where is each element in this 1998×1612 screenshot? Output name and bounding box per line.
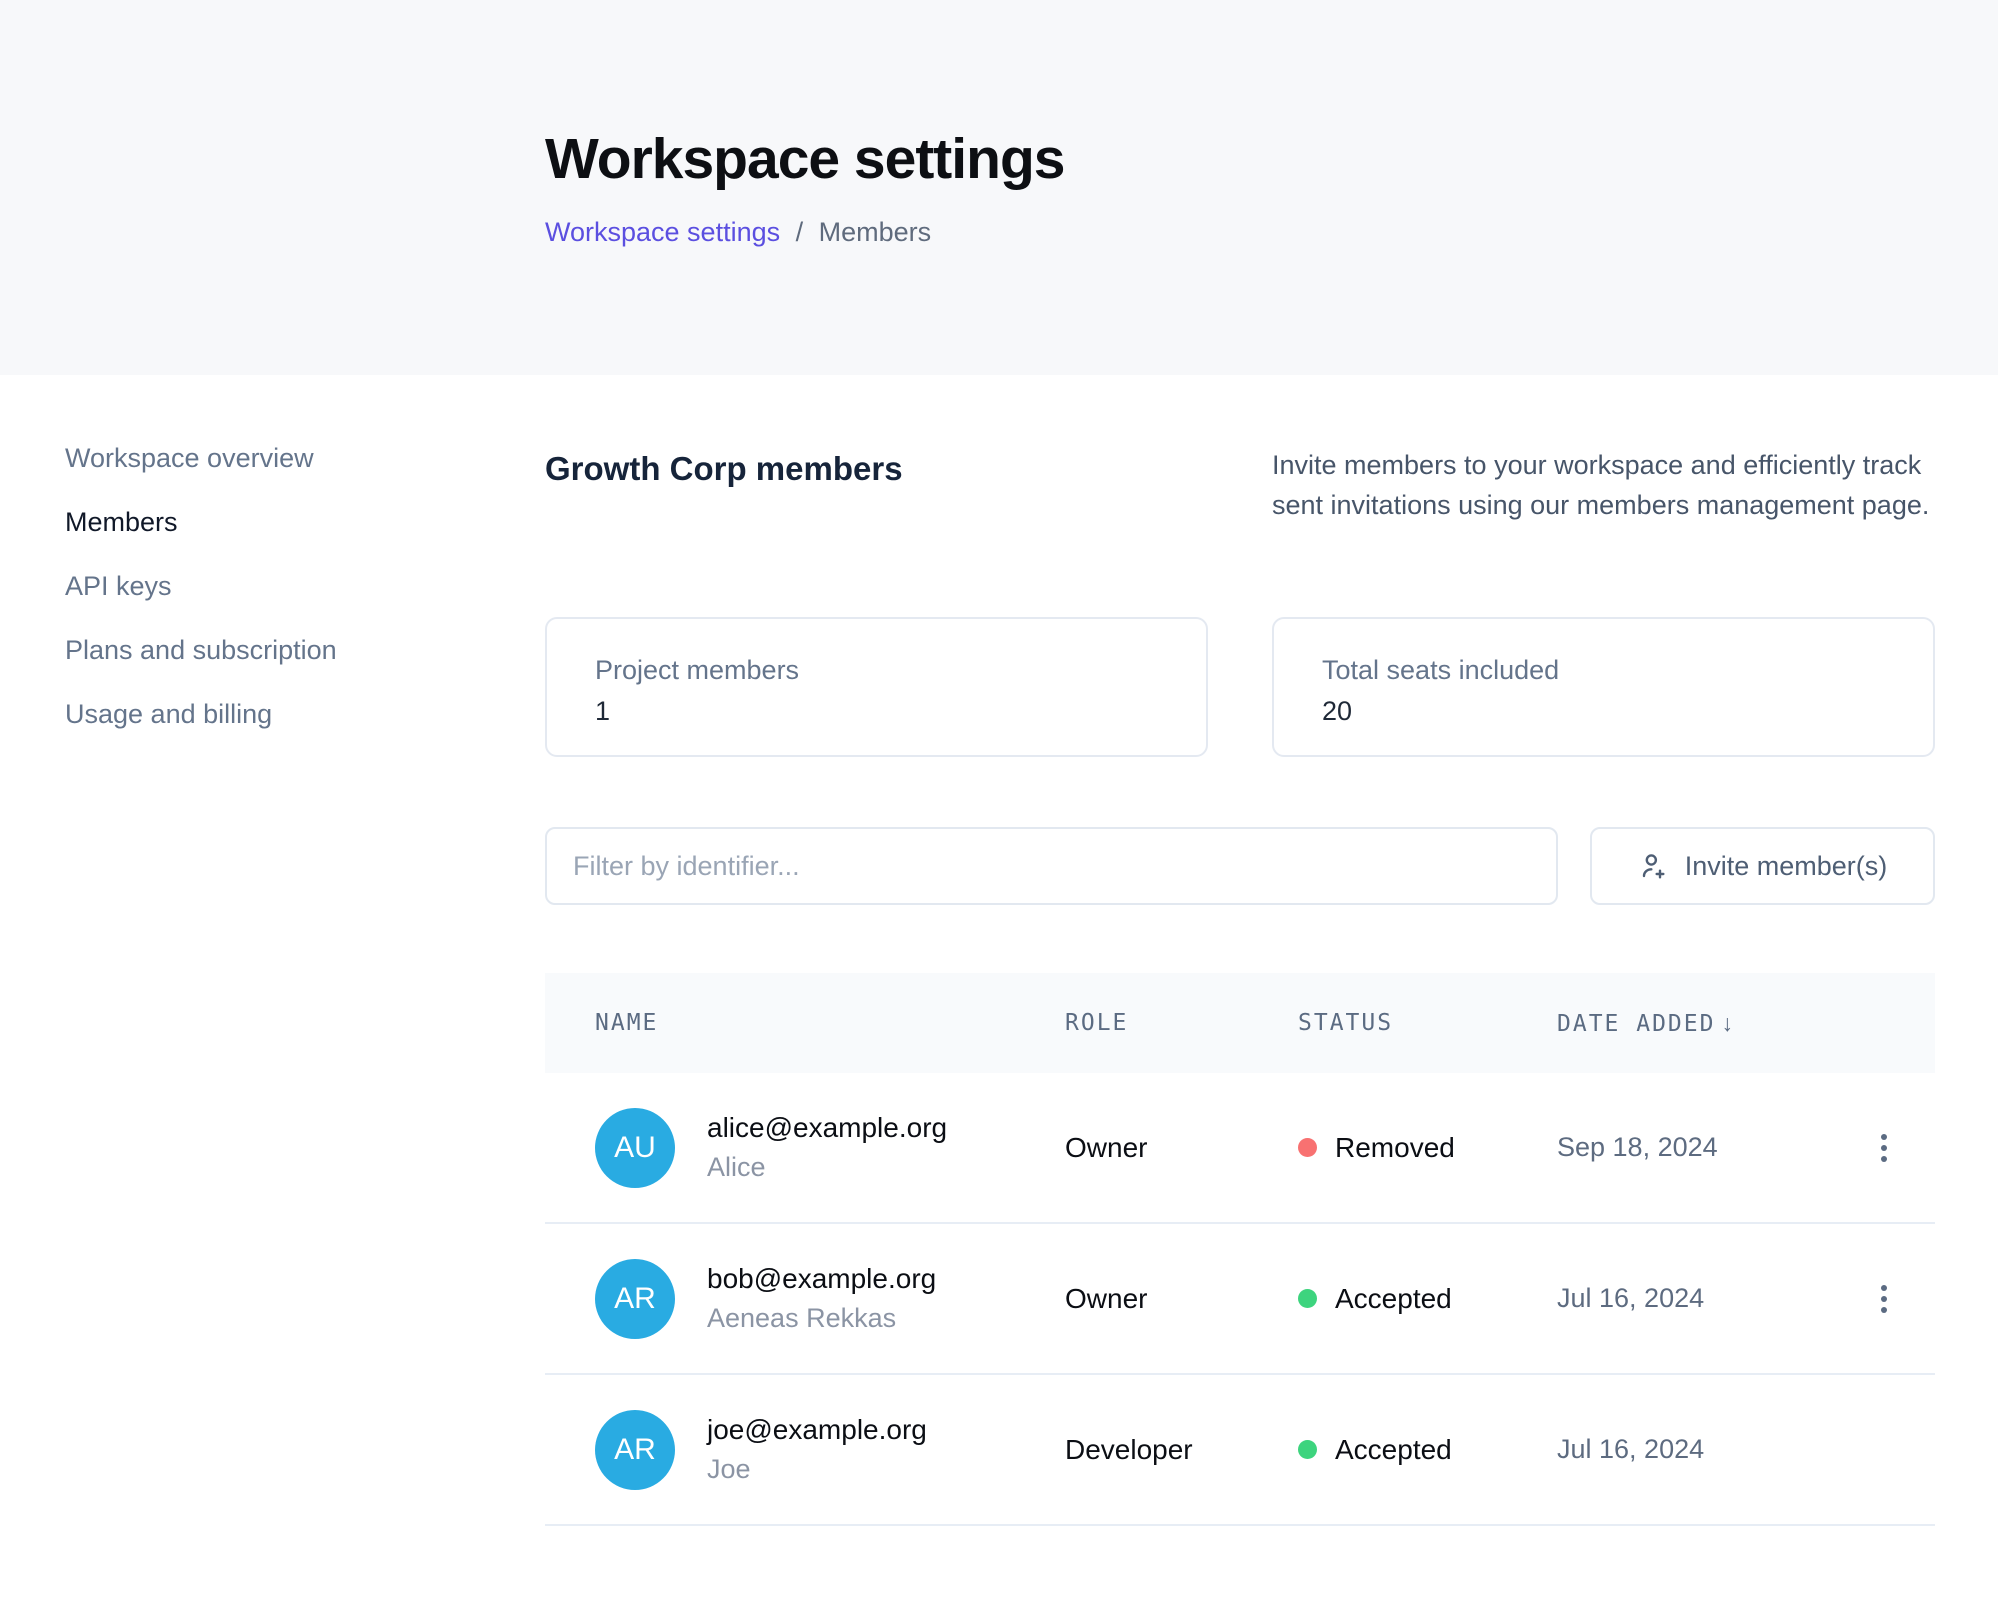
breadcrumb: Workspace settings / Members [545, 217, 1998, 248]
member-email: bob@example.org [707, 1263, 936, 1295]
members-main-panel: Growth Corp members Invite members to yo… [545, 445, 1935, 1526]
member-identity: joe@example.org Joe [707, 1414, 927, 1485]
member-role: Owner [1065, 1132, 1298, 1164]
invite-button-label: Invite member(s) [1685, 851, 1888, 882]
row-actions [1875, 1279, 1945, 1319]
breadcrumb-separator: / [796, 217, 804, 247]
member-role: Developer [1065, 1434, 1298, 1466]
stat-label: Total seats included [1322, 655, 1933, 686]
stat-label: Project members [595, 655, 1206, 686]
sort-descending-icon: ↓ [1721, 1010, 1735, 1036]
stat-value: 1 [595, 696, 1206, 727]
member-status: Accepted [1298, 1434, 1557, 1466]
status-label: Accepted [1335, 1434, 1452, 1466]
stat-value: 20 [1322, 696, 1933, 727]
sidebar-item-usage-and-billing[interactable]: Usage and billing [65, 701, 272, 728]
avatar: AR [595, 1410, 675, 1490]
members-section-header: Growth Corp members Invite members to yo… [545, 445, 1935, 525]
stat-card-project-members: Project members 1 [545, 617, 1208, 757]
section-title: Growth Corp members [545, 450, 903, 488]
stat-card-total-seats: Total seats included 20 [1272, 617, 1935, 757]
section-description: Invite members to your workspace and eff… [1272, 445, 1935, 525]
member-name: Aeneas Rekkas [707, 1303, 936, 1334]
member-identity: bob@example.org Aeneas Rekkas [707, 1263, 936, 1334]
column-header-name: NAME [595, 1010, 1065, 1036]
member-date-added: Jul 16, 2024 [1557, 1283, 1875, 1314]
kebab-menu-icon[interactable] [1875, 1128, 1893, 1168]
member-email: joe@example.org [707, 1414, 927, 1446]
sidebar-item-plans-and-subscription[interactable]: Plans and subscription [65, 637, 337, 664]
avatar: AR [595, 1259, 675, 1339]
settings-sidebar: Workspace overview Members API keys Plans a… [0, 445, 545, 1526]
row-actions [1875, 1128, 1945, 1168]
stats-row: Project members 1 Total seats included 2… [545, 617, 1935, 757]
member-name: Alice [707, 1152, 947, 1183]
member-role: Owner [1065, 1283, 1298, 1315]
filter-input[interactable] [545, 827, 1558, 905]
page-title: Workspace settings [545, 128, 1998, 191]
member-cell: AU alice@example.org Alice [595, 1108, 1065, 1188]
member-status: Removed [1298, 1132, 1557, 1164]
column-header-status: STATUS [1298, 1010, 1557, 1036]
breadcrumb-current-members: Members [819, 217, 932, 247]
member-date-added: Sep 18, 2024 [1557, 1132, 1875, 1163]
content-area: Workspace overview Members API keys Plans a… [0, 375, 1998, 1526]
breadcrumb-link-workspace-settings[interactable]: Workspace settings [545, 217, 780, 247]
members-table: NAME ROLE STATUS DATE ADDED↓ AU alice@ex… [545, 973, 1935, 1526]
invite-members-button[interactable]: Invite member(s) [1590, 827, 1935, 905]
avatar: AU [595, 1108, 675, 1188]
filter-toolbar: Invite member(s) [545, 827, 1935, 905]
member-email: alice@example.org [707, 1112, 947, 1144]
table-row: AR bob@example.org Aeneas Rekkas Owner A… [545, 1224, 1935, 1375]
member-date-added: Jul 16, 2024 [1557, 1434, 1875, 1465]
status-label: Accepted [1335, 1283, 1452, 1315]
table-row: AU alice@example.org Alice Owner Removed… [545, 1073, 1935, 1224]
table-row: AR joe@example.org Joe Developer Accepte… [545, 1375, 1935, 1526]
sidebar-item-members[interactable]: Members [65, 509, 178, 536]
member-name: Joe [707, 1454, 927, 1485]
sidebar-item-api-keys[interactable]: API keys [65, 573, 172, 600]
kebab-menu-icon[interactable] [1875, 1279, 1893, 1319]
table-header-row: NAME ROLE STATUS DATE ADDED↓ [545, 973, 1935, 1073]
member-cell: AR bob@example.org Aeneas Rekkas [595, 1259, 1065, 1339]
column-header-date-added[interactable]: DATE ADDED↓ [1557, 1010, 1875, 1037]
sidebar-item-workspace-overview[interactable]: Workspace overview [65, 445, 314, 472]
status-dot-icon [1298, 1440, 1317, 1459]
workspace-settings-page: Workspace settings Workspace settings / … [0, 0, 1998, 1612]
status-dot-icon [1298, 1289, 1317, 1308]
status-dot-icon [1298, 1138, 1317, 1157]
column-header-role: ROLE [1065, 1010, 1298, 1036]
table-body: AU alice@example.org Alice Owner Removed… [545, 1073, 1935, 1526]
user-plus-icon [1638, 850, 1670, 882]
member-cell: AR joe@example.org Joe [595, 1410, 1065, 1490]
member-status: Accepted [1298, 1283, 1557, 1315]
member-identity: alice@example.org Alice [707, 1112, 947, 1183]
status-label: Removed [1335, 1132, 1455, 1164]
page-header: Workspace settings Workspace settings / … [0, 0, 1998, 375]
